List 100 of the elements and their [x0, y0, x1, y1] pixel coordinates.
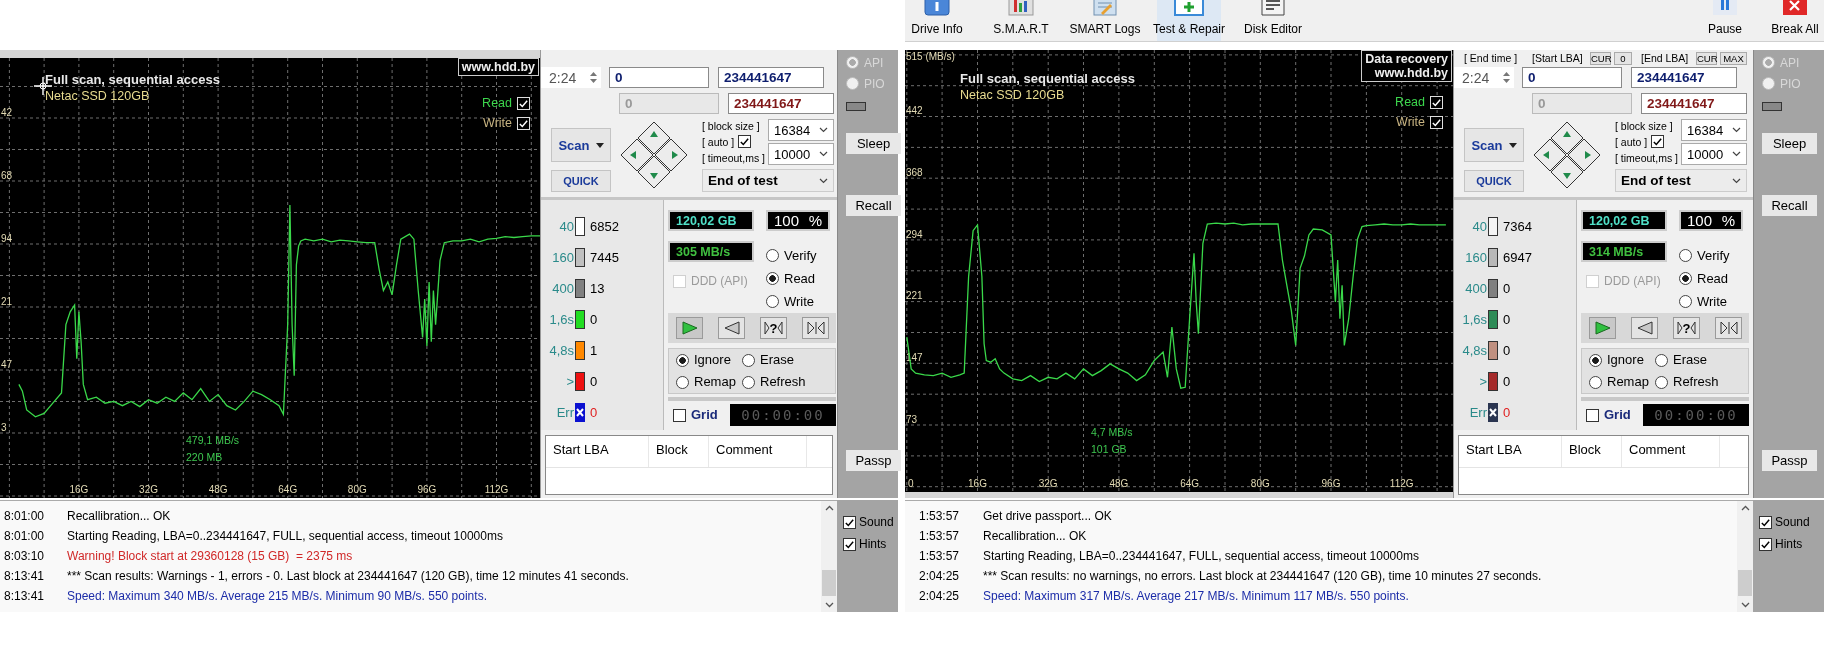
- radio-button[interactable]: Read: [1679, 267, 1730, 290]
- radio-button[interactable]: Verify: [766, 244, 817, 267]
- cur-button[interactable]: CUR: [1590, 51, 1611, 65]
- caret-icon: [1508, 142, 1517, 148]
- radio-button[interactable]: Write: [1679, 290, 1730, 313]
- checkbox[interactable]: Sound: [843, 511, 898, 533]
- radio-button[interactable]: Verify: [1679, 244, 1730, 267]
- checkbox[interactable]: Write: [1396, 115, 1443, 129]
- checkbox[interactable]: Hints: [843, 533, 898, 555]
- scan-button[interactable]: Scan: [1464, 128, 1524, 162]
- arrow-button[interactable]: [637, 121, 671, 155]
- caret-icon: [1732, 177, 1741, 184]
- reverse-button[interactable]: [718, 317, 745, 339]
- play-button[interactable]: [676, 317, 703, 339]
- log-time: 1:53:57: [919, 549, 961, 563]
- end-action-dropdown[interactable]: End of test: [702, 169, 834, 192]
- arrow-button[interactable]: [637, 155, 671, 189]
- counter-label: >: [565, 374, 575, 389]
- log-time: 8:13:41: [4, 589, 46, 603]
- radio-button[interactable]: Write: [766, 290, 817, 313]
- radio-button[interactable]: Refresh: [742, 375, 835, 389]
- max-button[interactable]: MAX: [1720, 51, 1747, 65]
- radio-button[interactable]: Refresh: [1655, 375, 1748, 389]
- end-lba-field[interactable]: 234441647: [718, 67, 824, 88]
- side-button[interactable]: Sleep: [1762, 133, 1817, 154]
- counter-value: 1: [590, 343, 598, 358]
- side-button[interactable]: Passp: [1762, 450, 1817, 471]
- toolbar-button[interactable]: Break All: [1767, 0, 1823, 41]
- radio-button[interactable]: Ignore: [1589, 353, 1655, 367]
- end-button[interactable]: [1715, 317, 1742, 339]
- axis-label: 32G: [139, 484, 158, 495]
- start-lba-field[interactable]: 0: [1522, 67, 1622, 88]
- arrow-button[interactable]: [654, 138, 688, 172]
- log-message: Starting Reading, LBA=0..234441647, FULL, sequential access, timeout 10000ms: [983, 549, 1419, 563]
- end-lba-field[interactable]: 234441647: [1631, 67, 1737, 88]
- end-button[interactable]: [802, 317, 829, 339]
- axis-label: 73: [906, 414, 918, 425]
- log-time: 8:03:10: [4, 549, 46, 563]
- side-button[interactable]: Recall: [1762, 195, 1817, 216]
- counter-label: 1,6s: [548, 312, 575, 327]
- checkbox[interactable]: Grid: [673, 408, 718, 422]
- checkbox[interactable]: Sound: [1759, 511, 1824, 533]
- reverse-button[interactable]: [1631, 317, 1658, 339]
- radio-button[interactable]: Remap: [1589, 375, 1655, 389]
- checkbox[interactable]: Write: [483, 116, 530, 130]
- timer-display: 00:00:00: [1643, 404, 1749, 426]
- arrow-button[interactable]: [1550, 121, 1584, 155]
- checkbox[interactable]: Read: [482, 96, 530, 110]
- play-button[interactable]: [1589, 317, 1616, 339]
- checkmark-icon: [1760, 516, 1771, 528]
- axis-label: 96G: [1321, 478, 1341, 489]
- block-size-dropdown[interactable]: 16384: [1681, 119, 1747, 141]
- radio-button[interactable]: Erase: [1655, 353, 1748, 367]
- arrow-button[interactable]: [1550, 155, 1584, 189]
- quick-button[interactable]: QUICK: [1464, 170, 1524, 192]
- toolbar-button[interactable]: S.M.A.R.T: [989, 0, 1053, 41]
- drive-name: Netac SSD 120GB: [45, 89, 150, 103]
- checkbox[interactable]: Hints: [1759, 533, 1824, 555]
- timeout-dropdown[interactable]: 10000: [768, 143, 834, 165]
- spin-arrows-icon: [1502, 70, 1511, 85]
- radio-button[interactable]: Remap: [676, 375, 742, 389]
- quick-button[interactable]: QUICK: [551, 170, 611, 192]
- scrollbar[interactable]: [1737, 501, 1753, 612]
- time-spinner[interactable]: 2:24: [541, 67, 601, 88]
- side-button[interactable]: Sleep: [846, 133, 901, 154]
- toolbar-button[interactable]: Drive Info: [905, 0, 969, 41]
- arrow-button[interactable]: [620, 138, 654, 172]
- field-label: [ timeout,ms ]: [1615, 151, 1679, 164]
- seek-button[interactable]: ?: [1673, 317, 1700, 339]
- scrollbar[interactable]: [821, 501, 837, 612]
- axis-label: 32G: [1038, 478, 1058, 489]
- skip-icon: [1719, 321, 1738, 335]
- block-size-dropdown[interactable]: 16384: [768, 119, 834, 141]
- toolbar-button[interactable]: Pause: [1697, 0, 1753, 41]
- start-lba-field[interactable]: 0: [609, 67, 709, 88]
- seek-button[interactable]: ?: [760, 317, 787, 339]
- radio-button[interactable]: Ignore: [676, 353, 742, 367]
- time-spinner[interactable]: 2:24: [1454, 67, 1514, 88]
- end-action-dropdown[interactable]: End of test: [1615, 169, 1747, 192]
- scan-button[interactable]: Scan: [551, 128, 611, 162]
- radio-button[interactable]: Erase: [742, 353, 835, 367]
- toolbar-button[interactable]: Disk Editor: [1241, 0, 1305, 41]
- cur-button[interactable]: CUR: [1696, 51, 1717, 65]
- log-message: Get drive passport... OK: [983, 509, 1112, 523]
- arrow-button[interactable]: [1567, 138, 1601, 172]
- counter-value: 0: [590, 312, 598, 327]
- checkbox[interactable]: [ auto ]: [702, 135, 766, 149]
- side-button[interactable]: Recall: [846, 195, 901, 216]
- column-header: Start LBA: [546, 436, 649, 467]
- radio-button[interactable]: Read: [766, 267, 817, 290]
- arrow-button[interactable]: [1533, 138, 1567, 172]
- side-button[interactable]: Passp: [846, 450, 901, 471]
- checkbox[interactable]: [ auto ]: [1615, 135, 1679, 149]
- scroll-thumb[interactable]: [1738, 570, 1752, 596]
- timeout-dropdown[interactable]: 10000: [1681, 143, 1747, 165]
- checkbox[interactable]: Grid: [1586, 408, 1631, 422]
- zero-button[interactable]: 0: [1614, 51, 1632, 65]
- cursor-readout: 479,1 MB/s: [186, 434, 240, 446]
- checkbox[interactable]: Read: [1395, 95, 1443, 109]
- scroll-thumb[interactable]: [822, 570, 836, 596]
